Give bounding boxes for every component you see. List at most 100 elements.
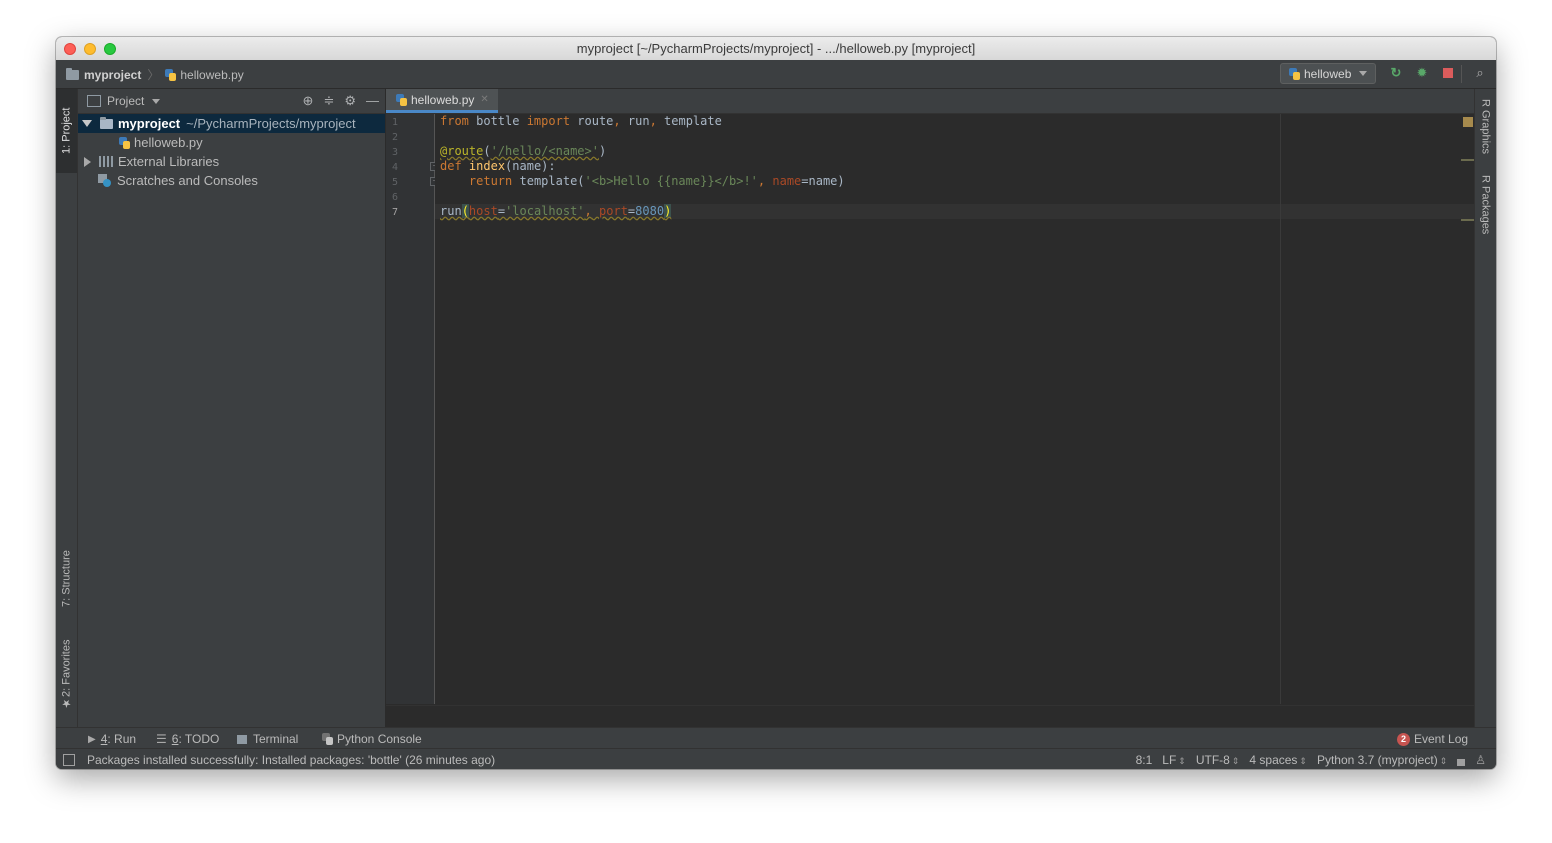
run-configuration-select[interactable]: helloweb bbox=[1280, 63, 1376, 84]
line-number-current: 7 bbox=[392, 207, 399, 218]
code-editor[interactable]: from bottle import route, run, template … bbox=[435, 114, 1475, 704]
tool-tab-favorites[interactable]: ★ 2: Favorites bbox=[56, 635, 77, 719]
tree-item-scratches[interactable]: Scratches and Consoles bbox=[78, 171, 385, 190]
tool-tab-event-log[interactable]: 2 Event Log bbox=[1397, 732, 1468, 746]
caret-position[interactable]: 8:1 bbox=[1136, 753, 1153, 767]
editor-tab-label: helloweb.py bbox=[411, 92, 475, 107]
locate-icon[interactable]: ⊕ bbox=[303, 93, 314, 109]
indent-select[interactable]: 4 spaces ⇕ bbox=[1249, 753, 1307, 767]
project-panel-tools: ⊕ ≑ ⚙ — bbox=[303, 93, 379, 109]
right-tool-strip: R Graphics R Packages bbox=[1474, 89, 1496, 727]
warning-marker[interactable] bbox=[1461, 159, 1475, 161]
interpreter-value: Python 3.7 (myproject) bbox=[1316, 753, 1438, 767]
line-number: 2 bbox=[392, 132, 399, 143]
python-file-icon bbox=[396, 93, 407, 106]
tree-item-project-root[interactable]: myproject ~/PycharmProjects/myproject bbox=[78, 114, 385, 133]
project-view-select[interactable]: Project bbox=[107, 94, 144, 108]
tool-windows-toggle-icon[interactable] bbox=[63, 754, 75, 766]
rerun-icon[interactable]: ↻ bbox=[1388, 65, 1404, 81]
left-tool-strip: 1: Project 7: Structure ★ 2: Favorites bbox=[56, 89, 78, 727]
terminal-label: Terminal bbox=[253, 732, 299, 746]
tool-tab-structure-label: 7: Structure bbox=[60, 550, 73, 608]
minimize-icon[interactable]: — bbox=[366, 93, 379, 109]
project-view-icon bbox=[87, 95, 101, 107]
title-bar: myproject [~/PycharmProjects/myproject] … bbox=[56, 37, 1496, 61]
event-log-count-badge: 2 bbox=[1397, 732, 1410, 746]
breadcrumb-file[interactable]: helloweb.py bbox=[180, 68, 243, 82]
encoding-select[interactable]: UTF-8 ⇕ bbox=[1196, 753, 1240, 767]
inspector-icon[interactable]: ♙ bbox=[1475, 753, 1486, 767]
line-number: 5 bbox=[392, 177, 399, 188]
right-margin-guide bbox=[1280, 114, 1281, 704]
scratches-icon bbox=[98, 174, 111, 187]
status-message[interactable]: Packages installed successfully: Install… bbox=[87, 753, 495, 767]
editor-tab-helloweb[interactable]: helloweb.py ✕ bbox=[386, 89, 498, 113]
code-line-7: run(host='localhost', port=8080) bbox=[440, 204, 672, 218]
error-stripe[interactable] bbox=[1461, 114, 1475, 704]
folder-icon bbox=[100, 116, 113, 129]
tool-tab-r-graphics[interactable]: R Graphics bbox=[1475, 93, 1496, 161]
run-label: : Run bbox=[107, 732, 137, 746]
bottom-tool-bar: ▶ 4 : Run ☰ 6 : TODO Terminal Python Con… bbox=[56, 727, 1496, 749]
python-console-icon bbox=[322, 733, 333, 745]
tree-root-name: myproject bbox=[118, 116, 181, 131]
tool-tab-run[interactable]: ▶ 4 : Run bbox=[88, 732, 136, 746]
tool-tab-project[interactable]: 1: Project bbox=[56, 89, 77, 173]
project-panel: Project ⊕ ≑ ⚙ — myproject ~/PycharmProje… bbox=[78, 89, 386, 727]
tool-tab-terminal[interactable]: Terminal bbox=[237, 732, 298, 746]
line-separator-select[interactable]: LF ⇕ bbox=[1162, 753, 1186, 767]
tool-tab-todo[interactable]: ☰ 6 : TODO bbox=[156, 732, 219, 746]
tool-tab-r-graphics-label: R Graphics bbox=[1479, 99, 1492, 155]
status-widgets: 8:1 LF ⇕ UTF-8 ⇕ 4 spaces ⇕ Python 3.7 (myp… bbox=[1136, 753, 1486, 767]
tool-tab-structure[interactable]: 7: Structure bbox=[56, 537, 77, 621]
warning-marker[interactable] bbox=[1461, 219, 1475, 221]
run-icon: ▶ bbox=[88, 733, 96, 745]
run-mnemonic: 4 bbox=[100, 732, 108, 746]
lock-icon[interactable] bbox=[1457, 758, 1466, 766]
close-tab-icon[interactable]: ✕ bbox=[480, 94, 488, 105]
expanded-arrow-icon[interactable] bbox=[82, 120, 92, 127]
tree-item-external-libraries[interactable]: External Libraries bbox=[78, 152, 385, 171]
code-line-1: from bottle import route, run, template bbox=[440, 114, 722, 128]
terminal-icon bbox=[237, 734, 247, 744]
breadcrumb-project[interactable]: myproject bbox=[84, 68, 141, 82]
python-console-label: Python Console bbox=[337, 732, 422, 746]
code-line-3: @route('/hello/<name>') bbox=[440, 144, 607, 158]
breadcrumb: myproject 〉 helloweb.py bbox=[66, 66, 244, 83]
up-down-icon: ⇕ bbox=[1178, 756, 1186, 766]
collapsed-arrow-icon[interactable] bbox=[84, 156, 91, 167]
chevron-down-icon[interactable] bbox=[152, 98, 161, 104]
tool-tab-r-packages[interactable]: R Packages bbox=[1475, 171, 1496, 239]
project-panel-header: Project ⊕ ≑ ⚙ — bbox=[78, 89, 385, 114]
tree-item-file[interactable]: helloweb.py bbox=[78, 133, 385, 152]
debug-icon[interactable]: ✹ bbox=[1414, 65, 1430, 81]
chevron-right-icon: 〉 bbox=[147, 68, 160, 82]
horizontal-scrollbar[interactable] bbox=[386, 705, 1475, 728]
line-separator-value: LF bbox=[1162, 753, 1177, 767]
tool-tab-r-packages-label: R Packages bbox=[1479, 175, 1492, 235]
search-icon[interactable]: ⌕ bbox=[1472, 65, 1488, 81]
inspection-status-icon[interactable] bbox=[1463, 117, 1473, 127]
collapse-all-icon[interactable]: ≑ bbox=[323, 93, 334, 109]
interpreter-select[interactable]: Python 3.7 (myproject) ⇕ bbox=[1317, 753, 1447, 767]
line-number: 6 bbox=[392, 192, 399, 203]
gear-icon[interactable]: ⚙ bbox=[344, 93, 356, 109]
editor-tab-bar: helloweb.py ✕ bbox=[386, 89, 1475, 114]
indent-value: 4 spaces bbox=[1249, 753, 1298, 767]
line-number-gutter: 1 2 3 4 5 6 7 − − bbox=[386, 114, 439, 704]
line-number: 1 bbox=[392, 117, 399, 128]
todo-label: : TODO bbox=[178, 732, 220, 746]
status-bar: Packages installed successfully: Install… bbox=[56, 748, 1496, 769]
up-down-icon: ⇕ bbox=[1231, 756, 1240, 766]
tool-tab-favorites-label: 2: Favorites bbox=[60, 639, 73, 698]
stop-icon[interactable] bbox=[1440, 65, 1456, 81]
tree-scratches-label: Scratches and Consoles bbox=[117, 173, 258, 188]
code-line-4: def index(name): bbox=[440, 159, 556, 173]
list-icon: ☰ bbox=[156, 732, 167, 746]
tool-tab-project-label: 1: Project bbox=[60, 107, 73, 155]
line-number: 4 bbox=[392, 162, 399, 173]
folder-icon bbox=[66, 67, 79, 80]
tool-tab-python-console[interactable]: Python Console bbox=[322, 732, 422, 746]
up-down-icon: ⇕ bbox=[1299, 756, 1307, 766]
navigation-bar: myproject 〉 helloweb.py helloweb ↻ ✹ ⌕ bbox=[56, 60, 1496, 89]
